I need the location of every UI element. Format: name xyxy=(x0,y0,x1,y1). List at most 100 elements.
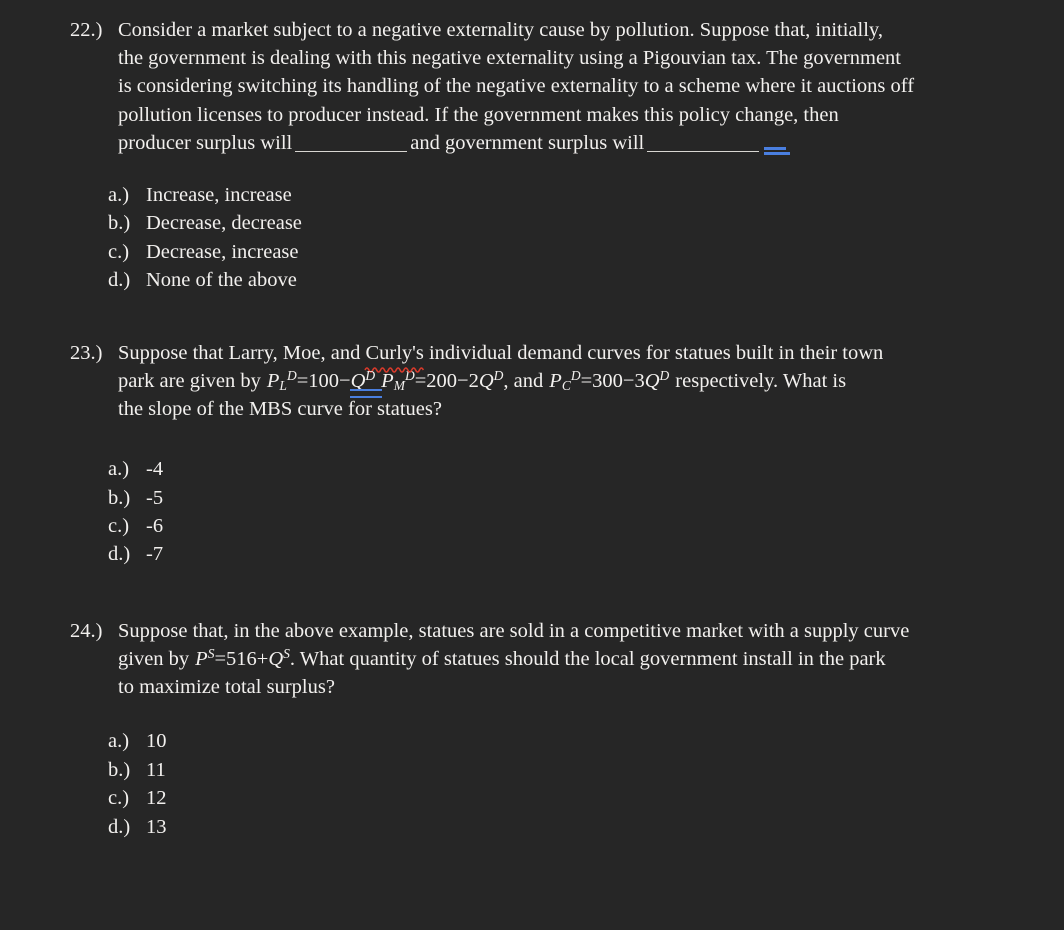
equation-demand-curly: PCD=300−3QD xyxy=(549,367,670,393)
document-page: 22.) Consider a market subject to a nega… xyxy=(0,0,1064,930)
eq-supply-q-superscript: S xyxy=(283,646,290,662)
question-24-choices: a.) 10 b.) 11 c.) 12 d.) 13 xyxy=(60,727,1004,841)
eq1-rhs: 100− xyxy=(308,369,351,392)
eq1-q-superscript: D xyxy=(365,367,376,383)
question-23-line-3: the slope of the MBS curve for statues? xyxy=(118,398,442,421)
choice-24-c-text: 12 xyxy=(146,787,167,810)
question-24-line-2-lead: given by xyxy=(118,648,190,671)
question-23-eq2-tail: , and xyxy=(503,369,544,392)
question-22: 22.) Consider a market subject to a nega… xyxy=(60,16,1004,157)
eq-supply-equals: = xyxy=(214,648,227,671)
question-23-line-2-lead: park are given by xyxy=(118,369,261,392)
question-23-stem: Suppose that Larry, Moe, and Curly's ind… xyxy=(118,339,1004,424)
eq2-q: Q xyxy=(478,369,494,392)
choice-24-a-letter: a.) xyxy=(108,730,130,753)
choice-22-a-text: Increase, increase xyxy=(146,184,292,207)
question-22-stem-line-3: is considering switching its handling of… xyxy=(118,75,915,98)
eq-supply-q: Q xyxy=(268,648,284,671)
choice-23-a-letter: a.) xyxy=(108,458,130,481)
question-24: 24.) Suppose that, in the above example,… xyxy=(60,617,1004,702)
choice-23-b[interactable]: b.) -5 xyxy=(108,484,1004,512)
choice-23-a[interactable]: a.) -4 xyxy=(108,455,1004,483)
choice-24-b-letter: b.) xyxy=(108,758,131,781)
choice-23-a-text: -4 xyxy=(146,458,164,481)
choice-24-d-text: 13 xyxy=(146,815,167,838)
eq3-rhs: 300−3 xyxy=(592,369,645,392)
choice-23-d-text: -7 xyxy=(146,543,164,566)
eq1-p: P xyxy=(266,369,280,392)
question-24-line-3: to maximize total surplus? xyxy=(118,676,335,699)
fill-in-blank-government-surplus-wrap xyxy=(644,129,791,157)
fill-in-blank-producer-surplus[interactable] xyxy=(295,150,408,152)
choice-22-b-letter: b.) xyxy=(108,212,131,235)
question-22-stem-line-5-part-b: and government surplus will xyxy=(410,131,645,154)
eq-supply-rhs: 516+ xyxy=(226,648,269,671)
question-24-number: 24.) xyxy=(70,619,103,642)
eq2-equals: = xyxy=(414,369,427,392)
question-23-line-1-before: Suppose that Larry, Moe, and xyxy=(118,341,366,364)
choice-22-a[interactable]: a.) Increase, increase xyxy=(108,181,1004,209)
question-24-line-1: Suppose that, in the above example, stat… xyxy=(118,619,910,642)
choice-24-c[interactable]: c.) 12 xyxy=(108,784,1004,812)
choice-23-c-letter: c.) xyxy=(108,515,130,538)
choice-22-c-letter: c.) xyxy=(108,240,130,263)
choice-22-d[interactable]: d.) None of the above xyxy=(108,266,1004,294)
choice-22-d-letter: d.) xyxy=(108,269,131,292)
question-22-stem-line-1: Consider a market subject to a negative … xyxy=(118,19,883,41)
eq3-equals: = xyxy=(580,369,593,392)
question-22-stem-line-2: the government is dealing with this nega… xyxy=(118,47,902,70)
question-23-eq3-tail: respectively. What is xyxy=(675,369,847,392)
question-22-stem: Consider a market subject to a negative … xyxy=(118,16,1004,157)
choice-22-b[interactable]: b.) Decrease, decrease xyxy=(108,209,1004,237)
question-23-line-1-after: individual demand curves for statues bui… xyxy=(423,341,884,364)
choice-22-c-text: Decrease, increase xyxy=(146,240,299,263)
choice-24-d-letter: d.) xyxy=(108,815,131,838)
question-22-stem-line-5-part-a: producer surplus will xyxy=(118,131,293,154)
equation-demand-larry: PLD=100−QD xyxy=(266,367,382,399)
eq-supply-p: P xyxy=(195,648,208,671)
choice-24-b[interactable]: b.) 11 xyxy=(108,756,1004,784)
choice-23-b-text: -5 xyxy=(146,486,164,509)
choice-24-c-letter: c.) xyxy=(108,787,130,810)
question-24-stem: Suppose that, in the above example, stat… xyxy=(118,617,1004,702)
eq1-q: Q xyxy=(350,369,366,392)
choice-23-c[interactable]: c.) -6 xyxy=(108,512,1004,540)
eq3-p: P xyxy=(549,369,562,392)
fill-in-blank-government-surplus[interactable] xyxy=(647,150,760,152)
eq2-subscript: M xyxy=(393,377,405,393)
choice-23-b-letter: b.) xyxy=(108,486,131,509)
choice-22-b-text: Decrease, decrease xyxy=(146,212,302,235)
eq3-q: Q xyxy=(644,369,660,392)
eq2-rhs: 200−2 xyxy=(426,369,479,392)
eq1-superscript: D xyxy=(286,367,297,383)
choice-23-d-letter: d.) xyxy=(108,543,131,566)
choice-24-a-text: 10 xyxy=(146,730,167,753)
choice-22-d-text: None of the above xyxy=(146,269,297,292)
eq1-equals: = xyxy=(296,369,309,392)
equation-demand-moe: PMD=200−2QD xyxy=(381,367,504,393)
eq2-q-superscript: D xyxy=(493,367,504,383)
choice-23-c-text: -6 xyxy=(146,515,164,538)
choice-22-a-letter: a.) xyxy=(108,184,130,207)
choice-23-d[interactable]: d.) -7 xyxy=(108,540,1004,568)
eq3-superscript: D xyxy=(570,367,581,383)
spellcheck-word-text: Curly's xyxy=(365,341,424,364)
eq1-subscript: L xyxy=(279,377,287,393)
grammar-flagged-term: QD xyxy=(349,367,382,399)
question-22-number: 22.) xyxy=(70,19,103,41)
question-22-stem-line-4: pollution licenses to producer instead. … xyxy=(118,103,839,126)
choice-24-d[interactable]: d.) 13 xyxy=(108,813,1004,841)
spellcheck-flagged-word: Curly's xyxy=(364,339,425,373)
eq3-q-superscript: D xyxy=(659,367,670,383)
eq2-p: P xyxy=(381,369,394,392)
question-23-number: 23.) xyxy=(70,341,103,364)
choice-24-b-text: 11 xyxy=(146,758,166,781)
question-22-choices: a.) Increase, increase b.) Decrease, decre… xyxy=(60,181,1004,295)
equation-supply: PS=516+QS xyxy=(195,646,290,671)
question-24-line-2-tail: . What quantity of statues should the lo… xyxy=(289,648,886,671)
question-23-choices: a.) -4 b.) -5 c.) -6 d.) -7 xyxy=(60,455,1004,569)
choice-24-a[interactable]: a.) 10 xyxy=(108,727,1004,755)
choice-22-c[interactable]: c.) Decrease, increase xyxy=(108,238,1004,266)
question-23: 23.) Suppose that Larry, Moe, and Curly'… xyxy=(60,339,1004,424)
tracked-change-marker-icon xyxy=(764,147,791,156)
